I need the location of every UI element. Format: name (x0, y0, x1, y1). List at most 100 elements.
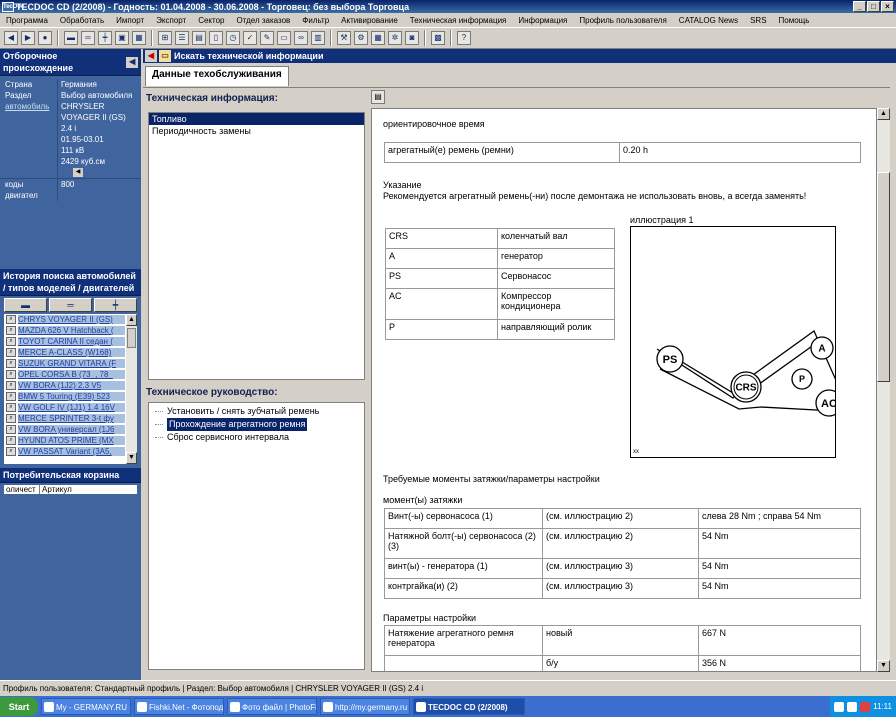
menu-item-2[interactable]: Импорт (110, 16, 150, 25)
menu-item-3[interactable]: Экспорт (150, 16, 192, 25)
history-search-icon[interactable]: ⌕ (6, 359, 16, 368)
tech-info-item[interactable]: Периодичность замены (149, 125, 364, 137)
wrench-icon[interactable]: ⚙ (354, 31, 368, 45)
history-item[interactable]: ⌕ MERCE A-CLASS (W168) (4, 347, 137, 358)
tecdoc-icon[interactable]: ● (38, 31, 52, 45)
history-search-icon[interactable]: ⌕ (6, 403, 16, 412)
history-item-label[interactable]: OPEL CORSA B (73_, 78_ (18, 370, 125, 379)
tray-security-icon[interactable] (860, 701, 871, 712)
vehicle-back-icon[interactable]: ◀ (73, 168, 83, 177)
history-search-icon[interactable]: ⌕ (6, 315, 16, 324)
menu-item-1[interactable]: Обработать (54, 16, 110, 25)
history-item-label[interactable]: TOYOT CARINA II седан ( (18, 337, 125, 346)
history-item[interactable]: ⌕ SUZUK GRAND VITARA (F (4, 358, 137, 369)
car-icon[interactable]: ▬ (64, 31, 78, 45)
history-search-icon[interactable]: ⌕ (6, 337, 16, 346)
origin-key-text[interactable]: автомобиль (5, 102, 49, 111)
history-item[interactable]: ⌕ MAZDA 626 V Hatchback ( (4, 325, 137, 336)
tray-volume-icon[interactable] (847, 701, 858, 712)
forward-arrow-icon[interactable]: ▶ (21, 31, 35, 45)
tools-icon[interactable]: ⚒ (337, 31, 351, 45)
history-item[interactable]: ⌕ VW BORA универсал (1J6 (4, 424, 137, 435)
history-search-icon[interactable]: ⌕ (6, 414, 16, 423)
calculator-icon[interactable]: ▩ (431, 31, 445, 45)
history-item-label[interactable]: CHRYS VOYAGER II (GS) (18, 315, 125, 324)
menu-item-9[interactable]: Информация (512, 16, 573, 25)
history-item-label[interactable]: MAZDA 626 V Hatchback ( (18, 326, 125, 335)
history-search-icon[interactable]: ⌕ (6, 381, 16, 390)
menu-item-13[interactable]: Помощь (773, 16, 816, 25)
link-icon[interactable]: ∞ (294, 31, 308, 45)
help-icon[interactable]: ? (457, 31, 471, 45)
history-item-label[interactable]: MERCE A-CLASS (W168) (18, 348, 125, 357)
tab-trucks-icon[interactable]: ═ (49, 298, 92, 312)
history-search-icon[interactable]: ⌕ (6, 436, 16, 445)
taskbar-item[interactable]: My - GERMANY.RU - Гер... (41, 698, 131, 715)
back-arrow-icon[interactable]: ◀ (4, 31, 18, 45)
document-icon[interactable]: ▯ (209, 31, 223, 45)
scroll-down-icon[interactable]: ▼ (877, 660, 890, 672)
history-item-label[interactable]: HYUND ATOS PRIME (MX (18, 436, 125, 445)
history-item-label[interactable]: VW GOLF IV (1J1) 1.4 16V (18, 403, 125, 412)
grid-icon[interactable]: ▤ (192, 31, 206, 45)
parts-icon[interactable]: ▦ (132, 31, 146, 45)
collapse-left-icon[interactable]: ◀ (126, 56, 138, 68)
truck-icon[interactable]: ═ (81, 31, 95, 45)
tray-network-icon[interactable] (834, 701, 845, 712)
axle-icon[interactable]: ┿ (98, 31, 112, 45)
history-search-icon[interactable]: ⌕ (6, 370, 16, 379)
history-search-icon[interactable]: ⌕ (6, 326, 16, 335)
menu-item-8[interactable]: Техническая информация (404, 16, 513, 25)
tech-guide-item[interactable]: Установить / снять зубчатый ремень (167, 405, 319, 418)
history-search-icon[interactable]: ⌕ (6, 447, 16, 456)
close-button[interactable]: × (881, 1, 894, 12)
print-icon[interactable]: ▤ (371, 90, 385, 104)
scroll-thumb[interactable] (877, 172, 890, 382)
image-icon[interactable]: ▭ (277, 31, 291, 45)
tech-guide-item[interactable]: Сброс сервисного интервала (167, 431, 289, 444)
start-button[interactable]: Start (0, 697, 38, 716)
engine-icon[interactable]: ▣ (115, 31, 129, 45)
taskbar-item[interactable]: http://my.germany.ru - ... (320, 698, 410, 715)
folder-icon[interactable]: ▭ (159, 50, 171, 62)
scroll-up-icon[interactable]: ▲ (877, 108, 890, 120)
history-item[interactable]: ⌕ TOYOT CARINA II седан ( (4, 336, 137, 347)
history-item-label[interactable]: SUZUK GRAND VITARA (F (18, 359, 125, 368)
cart-icon[interactable]: ⊞ (158, 31, 172, 45)
tab-cars-icon[interactable]: ▬ (4, 298, 47, 312)
history-item-label[interactable]: MERCE SPRINTER 3-t фу (18, 414, 125, 423)
history-item[interactable]: ⌕ VW BORA (1J2) 2.3 V5 (4, 380, 137, 391)
history-item[interactable]: ⌕ VW PASSAT Variant (3A5, (4, 446, 137, 457)
history-scrollbar[interactable]: ▲ ▼ (126, 314, 137, 464)
taskbar-item[interactable]: TECDOC CD (2/2008) (413, 698, 525, 715)
history-item-label[interactable]: VW BORA универсал (1J6 (18, 425, 125, 434)
menu-item-0[interactable]: Программа (0, 16, 54, 25)
clock-icon[interactable]: ◷ (226, 31, 240, 45)
history-item-label[interactable]: BMW 5 Touring (E39) 523 (18, 392, 125, 401)
taskbar-item[interactable]: Fishki.Net - Фотоподбор... (134, 698, 224, 715)
history-item[interactable]: ⌕ MERCE SPRINTER 3-t фу (4, 413, 137, 424)
sheet-icon[interactable]: ▥ (311, 31, 325, 45)
tab-maintenance-data[interactable]: Данные техобслуживания (145, 66, 289, 86)
menu-item-10[interactable]: Профиль пользователя (573, 16, 672, 25)
taskbar-item[interactable]: Фото файл | PhotoFile.R... (227, 698, 317, 715)
content-scrollbar[interactable]: ▲ ▼ (877, 108, 890, 672)
menu-item-5[interactable]: Отдел заказов (231, 16, 297, 25)
history-item-label[interactable]: VW PASSAT Variant (3A5, (18, 447, 125, 456)
tech-info-item[interactable]: Топливо (149, 113, 364, 125)
menu-item-6[interactable]: Фильтр (296, 16, 335, 25)
camera-icon[interactable]: ◙ (405, 31, 419, 45)
menu-item-11[interactable]: CATALOG News (673, 16, 744, 25)
history-search-icon[interactable]: ⌕ (6, 425, 16, 434)
history-item[interactable]: ⌕ HYUND ATOS PRIME (MX (4, 435, 137, 446)
history-item[interactable]: ⌕ OPEL CORSA B (73_, 78_ (4, 369, 137, 380)
pencil-icon[interactable]: ✎ (260, 31, 274, 45)
history-item[interactable]: ⌕ CHRYS VOYAGER II (GS) (4, 314, 137, 325)
menu-item-4[interactable]: Сектор (192, 16, 230, 25)
check-icon[interactable]: ✓ (243, 31, 257, 45)
history-search-icon[interactable]: ⌕ (6, 348, 16, 357)
menu-item-7[interactable]: Активирование (335, 16, 404, 25)
tab-axles-icon[interactable]: ┿ (94, 298, 137, 312)
gear-icon[interactable]: ✲ (388, 31, 402, 45)
back-icon[interactable]: ◀ (145, 50, 157, 62)
